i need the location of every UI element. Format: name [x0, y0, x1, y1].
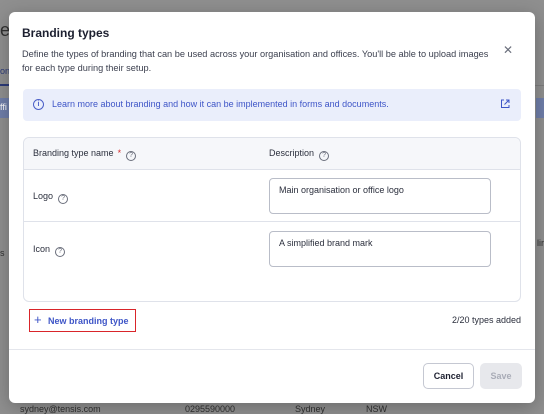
branding-type-name-label: Logo [33, 191, 54, 201]
help-icon[interactable]: ? [55, 247, 66, 257]
help-icon[interactable]: ? [319, 151, 330, 161]
required-marker: * [117, 148, 122, 158]
branding-type-name: Logo? [33, 191, 69, 204]
help-icon[interactable]: ? [126, 151, 137, 161]
background-row-text-right: lir [537, 238, 544, 248]
background-left-text: ffi [0, 102, 7, 112]
column-header-name-label: Branding type name [33, 148, 114, 158]
table-row: Logo? [24, 170, 520, 222]
learn-more-link[interactable]: Learn more about branding and how it can… [52, 99, 389, 109]
close-icon[interactable]: ✕ [501, 43, 515, 57]
info-icon: i [33, 99, 44, 110]
cancel-button[interactable]: Cancel [423, 363, 474, 389]
background-email: sydney@tensis.com [20, 404, 101, 414]
dialog-title: Branding types [22, 26, 110, 40]
background-city: Sydney [295, 404, 326, 414]
footer-divider [9, 349, 535, 350]
types-count: 2/20 types added [451, 315, 521, 325]
dialog-description: Define the types of branding that can be… [22, 49, 489, 73]
column-header-description: Description? [269, 148, 330, 161]
save-button[interactable]: Save [480, 363, 522, 389]
table-header: Branding type name *? Description? [24, 138, 520, 170]
external-link-icon[interactable] [499, 98, 511, 110]
branding-types-table: Branding type name *? Description? Logo? … [23, 137, 521, 302]
background-phone: 0295590000 [185, 404, 236, 414]
table-row: Icon? [24, 223, 520, 275]
background-state: NSW [366, 404, 387, 414]
info-banner: i Learn more about branding and how it c… [23, 89, 521, 121]
description-field[interactable] [269, 178, 491, 214]
plus-icon: + [34, 312, 42, 327]
branding-type-name: Icon? [33, 244, 66, 257]
new-branding-type-button[interactable]: + New branding type [29, 309, 136, 332]
column-header-name: Branding type name *? [33, 148, 137, 161]
branding-type-name-label: Icon [33, 244, 51, 254]
background-row-text: s [0, 248, 5, 258]
background-right-panel [536, 98, 544, 118]
background-table-row: sydney@tensis.com 0295590000 Sydney NSW [0, 402, 544, 414]
branding-types-dialog: Branding types Define the types of brand… [9, 12, 535, 403]
column-header-description-label: Description [269, 148, 315, 158]
description-field[interactable] [269, 231, 491, 267]
new-branding-type-label: New branding type [48, 316, 129, 326]
help-icon[interactable]: ? [58, 194, 69, 204]
